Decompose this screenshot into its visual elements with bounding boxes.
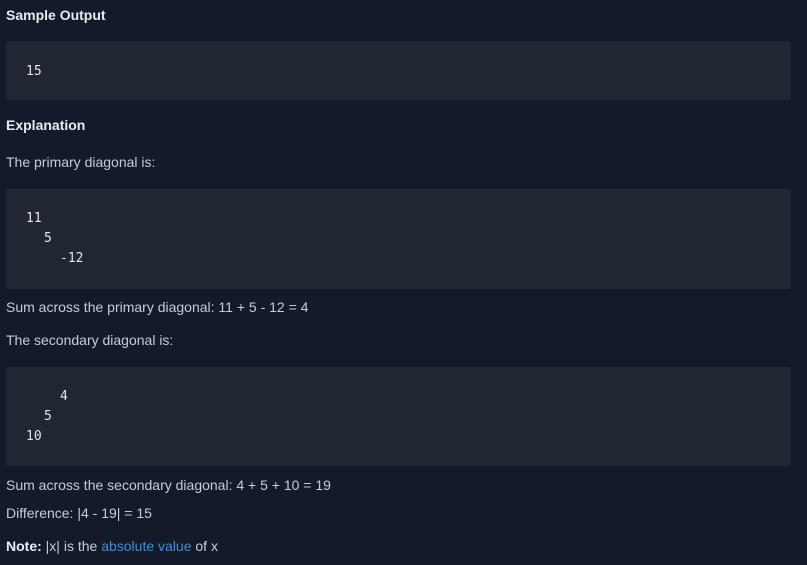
note-text-before: |x| is the (41, 538, 102, 554)
sample-output-heading: Sample Output (6, 7, 106, 23)
primary-diagonal-line: 11 (26, 211, 42, 226)
secondary-diagonal-line: 4 (60, 389, 68, 404)
secondary-diagonal-line: 10 (26, 429, 42, 444)
primary-diagonal-intro: The primary diagonal is: (6, 154, 156, 170)
note-label: Note: (6, 538, 42, 554)
sample-output-value: 15 (26, 64, 42, 79)
primary-diagonal-code-block: 11 5 -12 (6, 189, 791, 289)
secondary-diagonal-intro: The secondary diagonal is: (6, 332, 174, 348)
primary-diagonal-sum: Sum across the primary diagonal: 11 + 5 … (6, 299, 309, 315)
primary-diagonal-line: 5 (44, 231, 52, 246)
sample-output-code-block: 15 (6, 41, 791, 100)
problem-statement-page: Sample Output 15 Explanation The primary… (0, 0, 807, 565)
secondary-diagonal-sum: Sum across the secondary diagonal: 4 + 5… (6, 477, 331, 493)
secondary-diagonal-line: 5 (44, 409, 52, 424)
difference-text: Difference: |4 - 19| = 15 (6, 505, 152, 521)
note-text-after: of x (191, 538, 218, 554)
secondary-diagonal-code-block: 4 5 10 (6, 367, 791, 466)
primary-diagonal-line: -12 (60, 251, 84, 266)
absolute-value-link[interactable]: absolute value (101, 538, 191, 554)
note-line: Note: |x| is the absolute value of x (6, 538, 218, 554)
explanation-heading: Explanation (6, 117, 86, 133)
